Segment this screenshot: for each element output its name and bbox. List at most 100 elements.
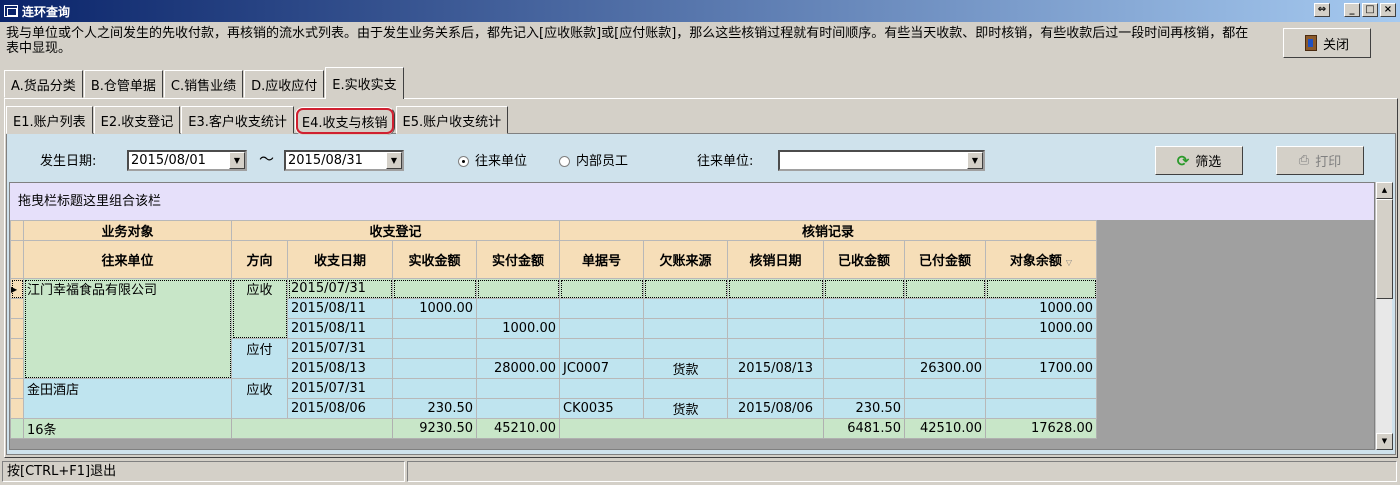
cell-paid[interactable] [476,298,560,319]
cell-debt-source[interactable] [643,298,728,319]
col-header-debt-source[interactable]: 欠账来源 [643,240,728,279]
cell-balance[interactable]: 1700.00 [985,358,1097,379]
cell-direction[interactable]: 应收 [231,278,288,339]
restore-size-button[interactable]: ⇔ [1314,3,1330,17]
col-header-bill-no[interactable]: 单据号 [559,240,644,279]
tab-account-list[interactable]: E1.账户列表 [6,106,93,134]
scroll-thumb[interactable] [1376,199,1393,299]
cell-received[interactable] [392,338,477,359]
cell-balance[interactable] [985,378,1097,399]
cell-debt-source[interactable] [643,318,728,339]
tab-income-writeoff[interactable]: E4.收支与核销 [294,107,395,135]
radio-partner[interactable]: 往来单位 [458,150,527,169]
cell-date[interactable]: 2015/08/06 [287,398,393,419]
cell-paid[interactable] [476,378,560,399]
close-button[interactable]: 关闭 [1283,28,1371,58]
cell-bill-no[interactable] [559,298,644,319]
maximize-button[interactable]: □ [1362,3,1378,17]
cell-direction[interactable]: 应收 [231,378,288,419]
cell-received[interactable]: 1000.00 [392,298,477,319]
cell-balance[interactable]: 1000.00 [985,298,1097,319]
cell-writeoff-date[interactable] [727,298,824,319]
cell-debt-source[interactable] [643,338,728,359]
cell-date[interactable]: 2015/07/31 [287,378,393,399]
cell-written-paid[interactable] [904,398,986,419]
cell-writeoff-date[interactable] [727,318,824,339]
cell-bill-no[interactable] [559,378,644,399]
chevron-down-icon[interactable]: ▼ [386,152,402,169]
cell-paid[interactable] [476,338,560,359]
chevron-down-icon[interactable]: ▼ [967,152,983,169]
tab-customer-stats[interactable]: E3.客户收支统计 [181,106,294,134]
tab-warehouse-docs[interactable]: B.仓管单据 [83,70,163,98]
minimize-button[interactable]: _ [1344,3,1360,17]
cell-debt-source[interactable] [643,378,728,399]
partner-select[interactable]: ▼ [778,150,985,171]
col-header-written-paid[interactable]: 已付金额 [904,240,986,279]
cell-received[interactable]: 230.50 [392,398,477,419]
tab-account-stats[interactable]: E5.账户收支统计 [395,106,509,134]
cell-writeoff-date[interactable]: 2015/08/06 [727,398,824,419]
col-header-written-received[interactable]: 已收金额 [823,240,905,279]
cell-writeoff-date[interactable] [727,338,824,359]
cell-bill-no[interactable] [559,318,644,339]
cell-received[interactable] [392,378,477,399]
tab-actual-income-expense[interactable]: E.实收实支 [325,67,404,99]
cell-written-paid[interactable] [904,298,986,319]
cell-unit[interactable]: 江门幸福食品有限公司 [23,278,232,379]
cell-debt-source[interactable]: 货款 [643,358,728,379]
cell-received[interactable] [392,318,477,339]
table-row[interactable]: 金田酒店 应收 2015/07/31 [10,378,1097,419]
cell-bill-no[interactable]: JC0007 [559,358,644,379]
cell-balance[interactable]: 1000.00 [985,318,1097,339]
cell-debt-source[interactable] [643,278,728,299]
radio-staff[interactable]: 内部员工 [559,150,628,169]
cell-written-received[interactable] [823,338,905,359]
cell-written-received[interactable] [823,378,905,399]
tab-receivable-payable[interactable]: D.应收应付 [244,70,325,98]
cell-date[interactable]: 2015/07/31 [287,278,393,299]
cell-paid[interactable]: 28000.00 [476,358,560,379]
column-filter-icon[interactable]: ▽ [1066,258,1072,267]
date-from-picker[interactable]: 2015/08/01 ▼ [127,150,247,171]
tab-sales-performance[interactable]: C.销售业绩 [163,70,244,98]
cell-written-received[interactable] [823,298,905,319]
tab-income-register[interactable]: E2.收支登记 [93,106,181,134]
cell-balance[interactable] [985,338,1097,359]
filter-button[interactable]: ⟳ 筛选 [1155,146,1243,175]
group-by-bar[interactable]: 拖曳栏标题这里组合该栏 [10,183,1374,220]
cell-received[interactable] [392,278,477,299]
cell-writeoff-date[interactable] [727,378,824,399]
cell-date[interactable]: 2015/08/13 [287,358,393,379]
cell-paid[interactable]: 1000.00 [476,318,560,339]
cell-written-received[interactable] [823,278,905,299]
print-button[interactable]: ⎙ 打印 [1276,146,1364,175]
col-header-balance[interactable]: 对象余额 ▽ [985,240,1097,279]
cell-written-paid[interactable]: 26300.00 [904,358,986,379]
vertical-scrollbar[interactable]: ▲ ▼ [1375,182,1393,450]
cell-written-paid[interactable] [904,338,986,359]
cell-bill-no[interactable] [559,278,644,299]
cell-written-received[interactable] [823,358,905,379]
col-header-writeoff-date[interactable]: 核销日期 [727,240,824,279]
table-row[interactable]: ▶ 江门幸福食品有限公司 应收 2015/07/31 [10,278,1097,379]
cell-date[interactable]: 2015/07/31 [287,338,393,359]
cell-writeoff-date[interactable] [727,278,824,299]
col-header-date[interactable]: 收支日期 [287,240,393,279]
cell-writeoff-date[interactable]: 2015/08/13 [727,358,824,379]
chevron-down-icon[interactable]: ▼ [229,152,245,169]
col-header-direction[interactable]: 方向 [231,240,288,279]
cell-written-paid[interactable] [904,318,986,339]
scroll-down-icon[interactable]: ▼ [1376,433,1393,450]
cell-debt-source[interactable]: 货款 [643,398,728,419]
col-header-unit[interactable]: 往来单位 [23,240,232,279]
cell-written-paid[interactable] [904,378,986,399]
cell-balance[interactable] [985,398,1097,419]
cell-unit[interactable]: 金田酒店 [23,378,232,419]
cell-date[interactable]: 2015/08/11 [287,298,393,319]
scroll-up-icon[interactable]: ▲ [1376,182,1393,199]
cell-date[interactable]: 2015/08/11 [287,318,393,339]
col-header-received[interactable]: 实收金额 [392,240,477,279]
close-window-button[interactable]: × [1380,3,1396,17]
cell-bill-no[interactable]: CK0035 [559,398,644,419]
